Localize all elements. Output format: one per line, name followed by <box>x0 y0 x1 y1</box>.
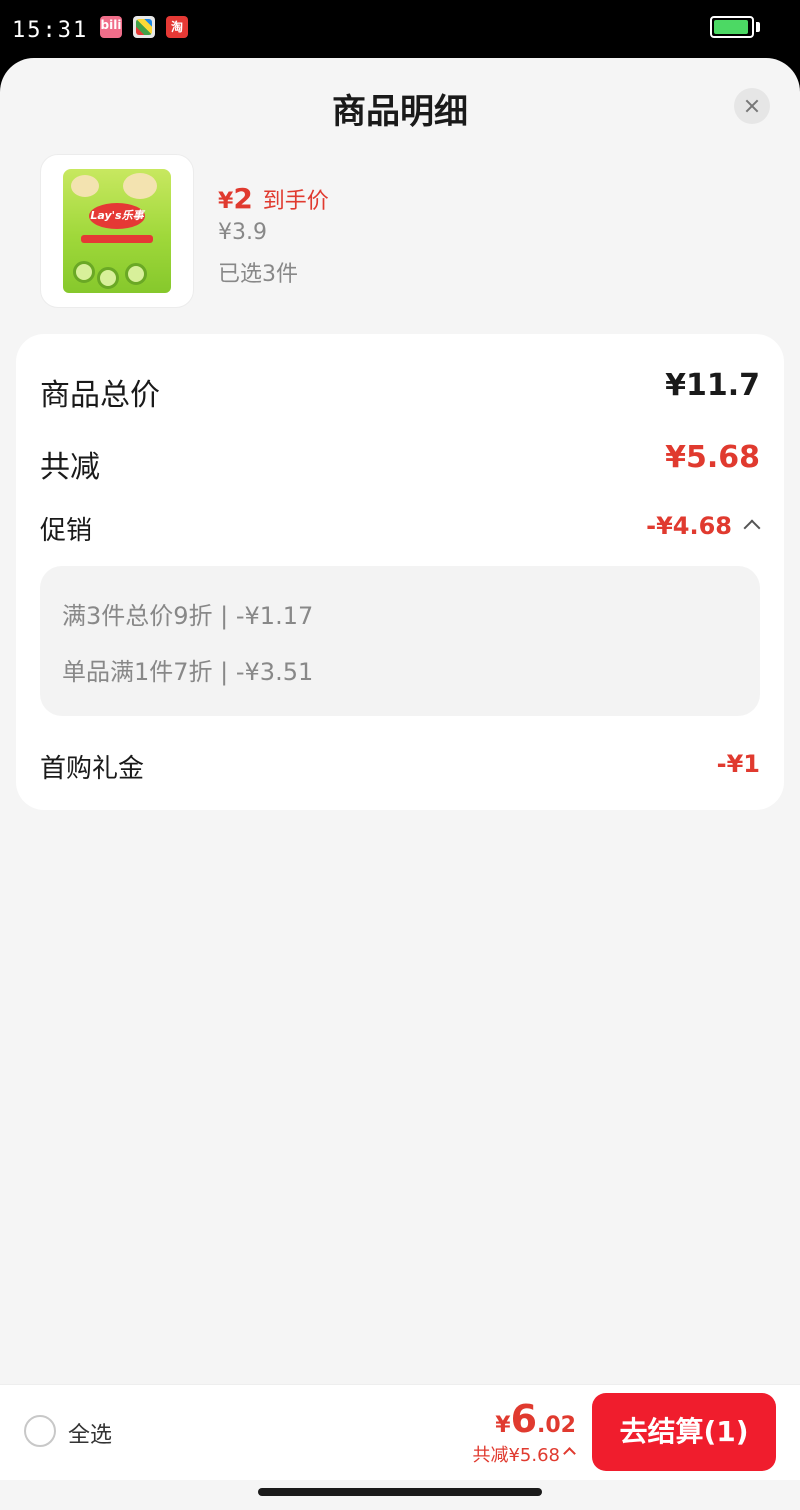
product-image[interactable]: Lay's乐事 <box>40 154 194 308</box>
sum-price-symbol: ¥ <box>495 1413 511 1438</box>
chevron-up-icon[interactable] <box>563 1447 576 1460</box>
sum-price-integer: 6 <box>510 1397 538 1441</box>
battery-icon <box>710 16 754 38</box>
chip-shape <box>123 173 157 199</box>
product-detail-sheet: 商品明细 Lay's乐事 ¥ 2 到手价 ¥3.9 已选3件 商品总价 ¥11.… <box>0 58 800 1510</box>
promo-label: 促销 <box>40 516 93 546</box>
total-value: ¥11.7 <box>665 368 760 403</box>
select-all-checkbox[interactable] <box>24 1415 56 1447</box>
sum-price-decimal: .02 <box>537 1413 576 1438</box>
taobao-icon: 淘 <box>166 16 188 38</box>
home-indicator <box>258 1488 542 1496</box>
original-price: ¥3.9 <box>218 220 267 245</box>
sheet-title: 商品明细 <box>332 92 468 132</box>
cucumber-slice <box>125 263 147 285</box>
game-icon <box>133 16 155 38</box>
close-button[interactable] <box>734 88 770 124</box>
chip-shape <box>71 175 99 197</box>
reduce-label: 共减 <box>40 450 100 485</box>
deal-price-value: 2 <box>233 182 253 215</box>
checkout-bar: 全选 ¥ 6 .02 共减¥5.68 去结算(1) <box>0 1384 800 1480</box>
status-time: 15:31 <box>12 18 89 43</box>
promo-item: 满3件总价9折 | -¥1.17 <box>62 602 314 630</box>
deal-price-tag: 到手价 <box>262 189 329 214</box>
bag-strip <box>81 235 153 243</box>
chevron-up-icon[interactable] <box>743 519 761 537</box>
sum-reduce-toggle[interactable]: 共减¥5.68 <box>472 1441 560 1467</box>
sum-price: ¥ 6 .02 <box>495 1397 576 1441</box>
select-all-label[interactable]: 全选 <box>68 1417 112 1449</box>
gift-label: 首购礼金 <box>40 754 145 784</box>
promo-item: 单品满1件7折 | -¥3.51 <box>62 658 314 686</box>
chip-bag-illustration: Lay's乐事 <box>63 169 171 293</box>
battery-fill <box>714 20 749 34</box>
reduce-value: ¥5.68 <box>665 440 760 475</box>
bilibili-icon: bili <box>100 16 122 38</box>
status-bar: 15:31 bili 淘 <box>0 0 800 60</box>
total-label: 商品总价 <box>40 378 160 413</box>
gift-value: -¥1 <box>716 750 760 778</box>
battery-cap <box>756 22 760 32</box>
selected-count: 已选3件 <box>218 262 298 287</box>
promo-details: 满3件总价9折 | -¥1.17 单品满1件7折 | -¥3.51 <box>40 566 760 716</box>
price-summary-card: 商品总价 ¥11.7 共减 ¥5.68 促销 -¥4.68 满3件总价9折 | … <box>16 334 784 810</box>
promo-value[interactable]: -¥4.68 <box>646 512 732 540</box>
cucumber-slice <box>97 267 119 289</box>
cucumber-slice <box>73 261 95 283</box>
deal-price: ¥ 2 到手价 <box>218 182 329 215</box>
brand-logo: Lay's乐事 <box>89 203 145 229</box>
deal-price-symbol: ¥ <box>218 189 234 214</box>
checkout-button[interactable]: 去结算(1) <box>592 1393 776 1471</box>
